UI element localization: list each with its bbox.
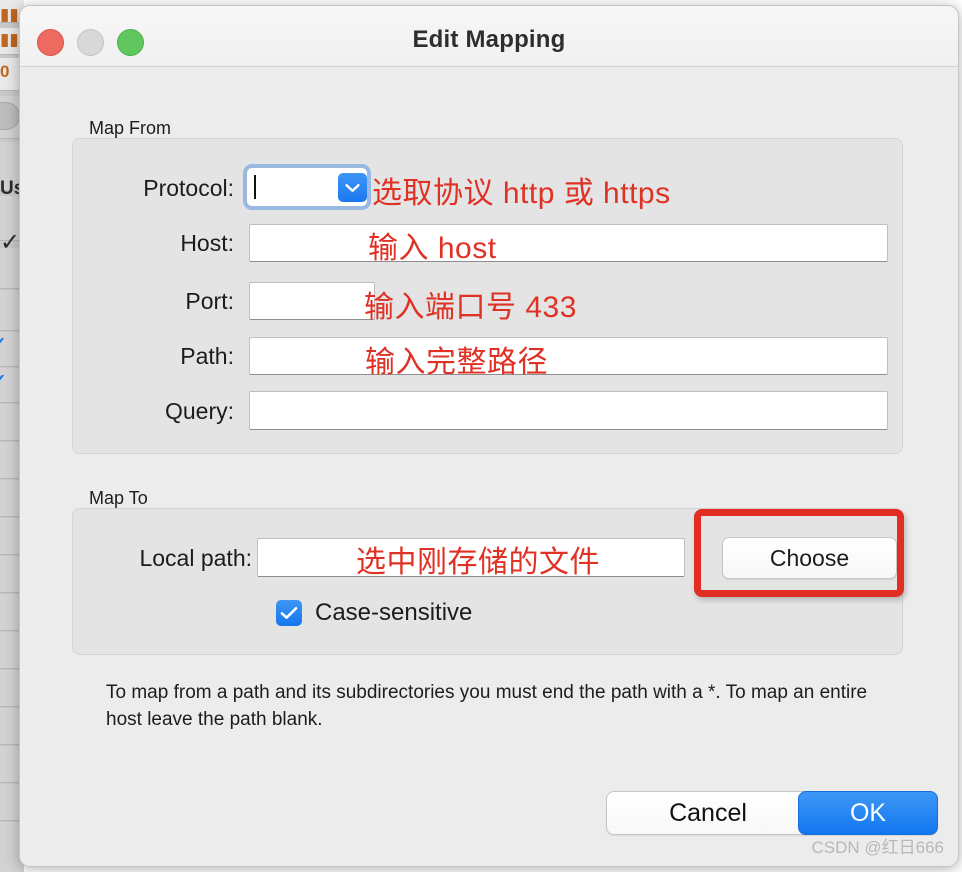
port-label: Port: xyxy=(185,288,234,314)
query-label: Query: xyxy=(164,398,234,424)
map-to-group-label: Map To xyxy=(89,488,148,508)
edit-mapping-dialog: Edit Mapping Map From Protocol: 选取协议 htt… xyxy=(19,5,959,867)
choose-button[interactable]: Choose xyxy=(722,537,897,579)
cancel-button[interactable]: Cancel xyxy=(606,791,810,835)
local-path-label: Local path: xyxy=(139,545,252,571)
ok-button[interactable]: OK xyxy=(798,791,938,835)
protocol-label: Protocol: xyxy=(143,175,234,201)
annotation-protocol: 选取协议 http 或 https xyxy=(372,177,671,210)
port-input[interactable] xyxy=(249,282,375,320)
chevron-down-icon[interactable] xyxy=(338,173,367,202)
title-bar: Edit Mapping xyxy=(20,6,958,67)
annotation-host: 输入 host xyxy=(368,232,497,265)
help-text: To map from a path and its subdirectorie… xyxy=(106,682,868,730)
annotation-path: 输入完整路径 xyxy=(365,346,548,379)
host-label: Host: xyxy=(180,230,234,256)
protocol-combobox[interactable] xyxy=(246,167,368,207)
text-cursor xyxy=(254,175,256,199)
window-title: Edit Mapping xyxy=(412,26,566,53)
annotation-port: 输入端口号 433 xyxy=(364,291,577,324)
annotation-local-path: 选中刚存储的文件 xyxy=(356,546,600,579)
map-from-group-label: Map From xyxy=(89,118,172,138)
path-input[interactable] xyxy=(249,337,888,375)
path-label: Path: xyxy=(180,343,234,369)
watermark: CSDN @红日666 xyxy=(811,838,944,857)
case-sensitive-checkbox[interactable] xyxy=(276,600,302,626)
case-sensitive-label: Case-sensitive xyxy=(315,599,473,626)
host-input[interactable] xyxy=(249,224,888,262)
query-input[interactable] xyxy=(249,391,888,430)
